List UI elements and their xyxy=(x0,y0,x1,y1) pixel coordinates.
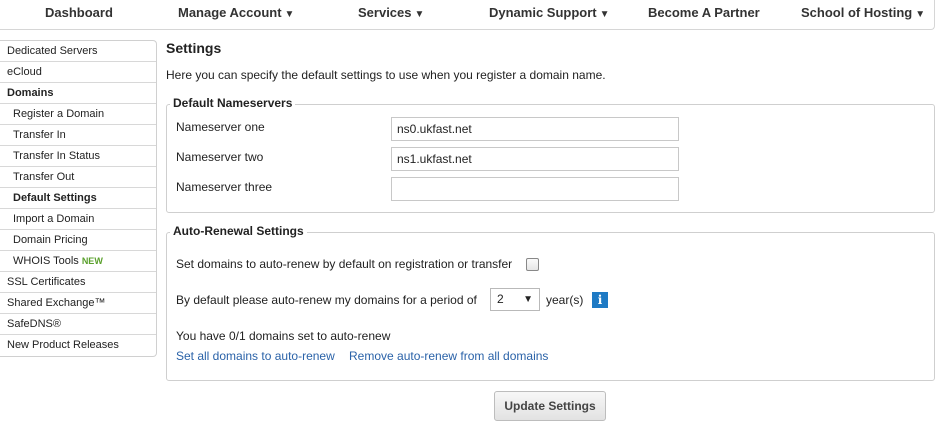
nameserver-three-input[interactable] xyxy=(391,177,679,201)
autorenew-period-select[interactable]: 2 ▼ xyxy=(490,288,540,311)
nameserver-one-input[interactable] xyxy=(391,117,679,141)
sidebar-item-new-product-releases[interactable]: New Product Releases xyxy=(0,335,156,356)
sidebar-item-dedicated-servers[interactable]: Dedicated Servers xyxy=(0,41,156,62)
page-intro: Here you can specify the default setting… xyxy=(166,68,606,82)
top-nav: Dashboard Manage Account ▼ Services ▼ Dyna… xyxy=(0,0,935,30)
sidebar-item-transfer-out[interactable]: Transfer Out xyxy=(0,167,156,188)
nameserver-two-input[interactable] xyxy=(391,147,679,171)
sidebar-item-ssl-certificates[interactable]: SSL Certificates xyxy=(0,272,156,293)
sidebar-item-register-a-domain[interactable]: Register a Domain xyxy=(0,104,156,125)
sidebar-item-transfer-in-status[interactable]: Transfer In Status xyxy=(0,146,156,167)
chevron-down-icon: ▼ xyxy=(284,9,295,20)
autorenew-legend: Auto-Renewal Settings xyxy=(170,224,307,238)
sidebar-item-domain-pricing[interactable]: Domain Pricing xyxy=(0,230,156,251)
sidebar: Dedicated Servers eCloud Domains Registe… xyxy=(0,40,157,357)
page-title: Settings xyxy=(166,40,222,56)
nav-become-a-partner[interactable]: Become A Partner xyxy=(648,0,760,26)
autorenew-status: You have 0/1 domains set to auto-renew xyxy=(176,329,391,343)
new-badge: NEW xyxy=(81,256,103,266)
period-selected-value: 2 xyxy=(497,292,504,306)
sidebar-item-transfer-in[interactable]: Transfer In xyxy=(0,125,156,146)
sidebar-item-default-settings[interactable]: Default Settings xyxy=(0,188,156,209)
autorenew-default-checkbox[interactable] xyxy=(526,258,539,271)
nameserver-one-label: Nameserver one xyxy=(176,120,265,134)
nav-dynamic-support[interactable]: Dynamic Support ▼ xyxy=(489,0,610,26)
chevron-down-icon: ▼ xyxy=(915,9,926,20)
sidebar-item-whois-tools[interactable]: WHOIS Tools NEW xyxy=(0,251,156,272)
nameserver-two-label: Nameserver two xyxy=(176,150,264,164)
chevron-down-icon: ▼ xyxy=(414,9,425,20)
nameserver-three-label: Nameserver three xyxy=(176,180,273,194)
nav-school-of-hosting[interactable]: School of Hosting ▼ xyxy=(801,0,925,26)
autorenew-period-unit: year(s) xyxy=(546,293,584,307)
set-all-autorenew-link[interactable]: Set all domains to auto-renew xyxy=(176,349,335,363)
nav-manage-account[interactable]: Manage Account ▼ xyxy=(178,0,294,26)
autorenew-period-label: By default please auto-renew my domains … xyxy=(176,293,477,307)
remove-all-autorenew-link[interactable]: Remove auto-renew from all domains xyxy=(349,349,548,363)
sidebar-item-ecloud[interactable]: eCloud xyxy=(0,62,156,83)
update-settings-button[interactable]: Update Settings xyxy=(494,391,606,421)
sidebar-item-safedns[interactable]: SafeDNS® xyxy=(0,314,156,335)
chevron-down-icon: ▼ xyxy=(523,294,533,305)
sidebar-item-import-a-domain[interactable]: Import a Domain xyxy=(0,209,156,230)
nameservers-legend: Default Nameservers xyxy=(170,96,296,110)
nav-dashboard[interactable]: Dashboard xyxy=(45,0,113,26)
sidebar-item-shared-exchange[interactable]: Shared Exchange™ xyxy=(0,293,156,314)
autorenew-default-label: Set domains to auto-renew by default on … xyxy=(176,257,513,271)
sidebar-item-domains[interactable]: Domains xyxy=(0,83,156,104)
nav-services[interactable]: Services ▼ xyxy=(358,0,424,26)
info-icon[interactable]: i xyxy=(592,292,608,308)
chevron-down-icon: ▼ xyxy=(599,9,610,20)
